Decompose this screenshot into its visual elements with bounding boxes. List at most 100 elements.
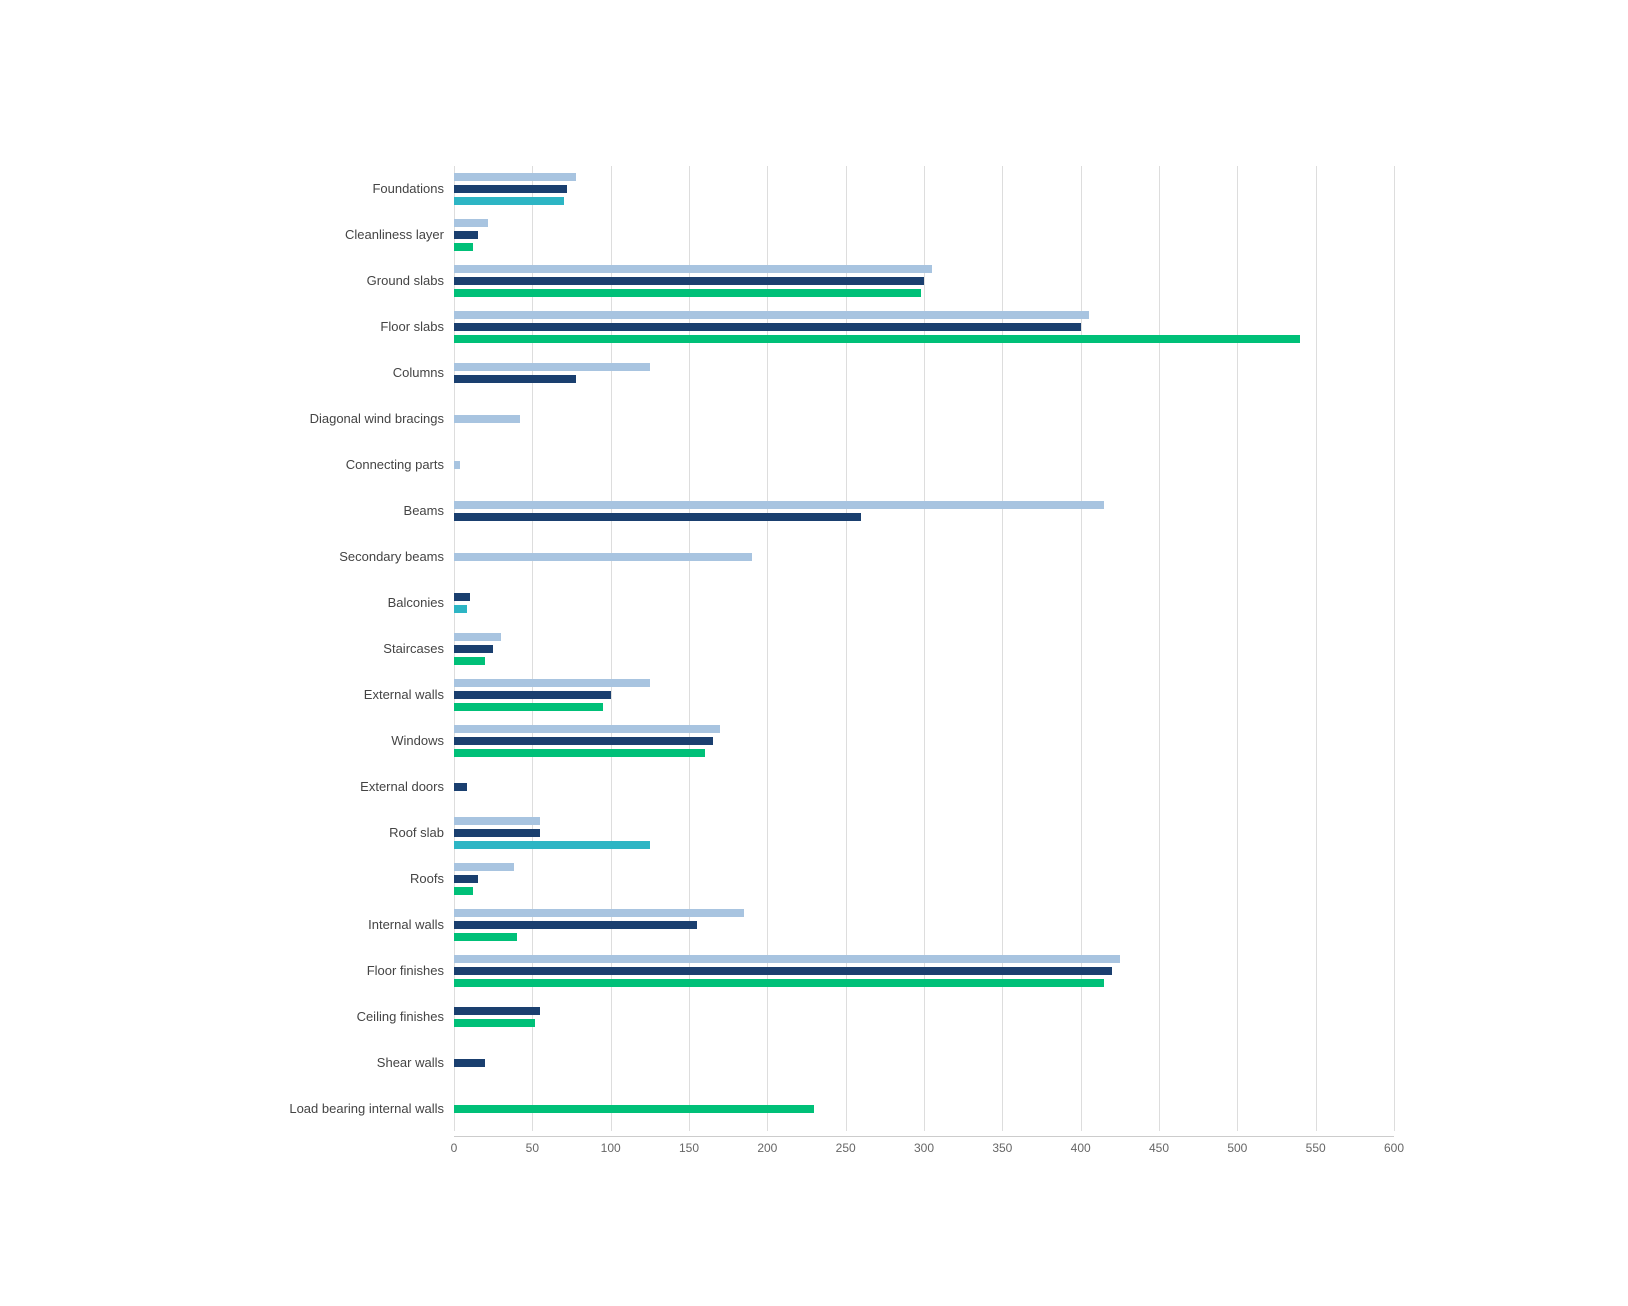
bar xyxy=(454,363,650,371)
bar-group xyxy=(454,258,1394,304)
bar-row xyxy=(454,656,1394,666)
bar xyxy=(454,645,493,653)
bar xyxy=(454,679,650,687)
bar-row xyxy=(454,690,1394,700)
y-label: Staircases xyxy=(234,626,454,672)
bar xyxy=(454,231,478,239)
y-label: Secondary beams xyxy=(234,534,454,580)
bar xyxy=(454,219,488,227)
bar-group xyxy=(454,350,1394,396)
bar xyxy=(454,725,720,733)
bar-group xyxy=(454,994,1394,1040)
bar-row xyxy=(454,966,1394,976)
bar-row xyxy=(454,862,1394,872)
bar-row xyxy=(454,1058,1394,1068)
bar xyxy=(454,1105,814,1113)
y-label: Roofs xyxy=(234,856,454,902)
bar xyxy=(454,605,467,613)
bar-row xyxy=(454,748,1394,758)
bar xyxy=(454,875,478,883)
bar xyxy=(454,979,1104,987)
bar xyxy=(454,1007,540,1015)
rows-container xyxy=(454,166,1394,1132)
bar-row xyxy=(454,288,1394,298)
bar xyxy=(454,197,564,205)
y-labels: FoundationsCleanliness layerGround slabs… xyxy=(234,166,454,1161)
bar-row xyxy=(454,230,1394,240)
bar-row xyxy=(454,828,1394,838)
bar-row xyxy=(454,1104,1394,1114)
bar-row xyxy=(454,242,1394,252)
bar-row xyxy=(454,374,1394,384)
bar-row xyxy=(454,736,1394,746)
bar-row xyxy=(454,954,1394,964)
bar-row xyxy=(454,886,1394,896)
bar xyxy=(454,887,473,895)
bar-group xyxy=(454,764,1394,810)
y-label: Columns xyxy=(234,350,454,396)
x-tick-label: 0 xyxy=(451,1141,458,1155)
bar-row xyxy=(454,362,1394,372)
x-tick-label: 200 xyxy=(757,1141,777,1155)
x-tick-label: 250 xyxy=(836,1141,856,1155)
bar-group xyxy=(454,1086,1394,1132)
bar xyxy=(454,513,861,521)
bar-row xyxy=(454,644,1394,654)
bar xyxy=(454,933,517,941)
x-axis-container: 050100150200250300350400450500550600 xyxy=(454,1136,1394,1161)
chart-container: FoundationsCleanliness layerGround slabs… xyxy=(214,106,1414,1201)
x-tick-label: 600 xyxy=(1384,1141,1404,1155)
y-label: Balconies xyxy=(234,580,454,626)
bar xyxy=(454,691,611,699)
bar-row xyxy=(454,1006,1394,1016)
bar-row xyxy=(454,414,1394,424)
bar-group xyxy=(454,166,1394,212)
bar xyxy=(454,501,1104,509)
bar xyxy=(454,909,744,917)
bar xyxy=(454,921,697,929)
bar-row xyxy=(454,460,1394,470)
bar xyxy=(454,633,501,641)
bar-group xyxy=(454,810,1394,856)
y-label: Cleanliness layer xyxy=(234,212,454,258)
y-label: Diagonal wind bracings xyxy=(234,396,454,442)
bar-row xyxy=(454,920,1394,930)
bar xyxy=(454,461,460,469)
chart-area: FoundationsCleanliness layerGround slabs… xyxy=(234,166,1394,1161)
bar-row xyxy=(454,932,1394,942)
bar xyxy=(454,817,540,825)
bar-row xyxy=(454,322,1394,332)
bar-row xyxy=(454,604,1394,614)
y-label: External doors xyxy=(234,764,454,810)
grid-line xyxy=(1394,166,1395,1131)
y-label: Windows xyxy=(234,718,454,764)
y-label: Floor finishes xyxy=(234,948,454,994)
x-tick-label: 550 xyxy=(1306,1141,1326,1155)
bar-group xyxy=(454,718,1394,764)
x-tick-label: 300 xyxy=(914,1141,934,1155)
bar xyxy=(454,311,1089,319)
bar-row xyxy=(454,724,1394,734)
x-tick-label: 450 xyxy=(1149,1141,1169,1155)
bar xyxy=(454,1059,485,1067)
bar-group xyxy=(454,488,1394,534)
bar-row xyxy=(454,978,1394,988)
bar-group xyxy=(454,672,1394,718)
bar xyxy=(454,415,520,423)
bar-group xyxy=(454,626,1394,672)
bar xyxy=(454,703,603,711)
bar xyxy=(454,737,713,745)
bar xyxy=(454,277,924,285)
bar-row xyxy=(454,334,1394,344)
bar xyxy=(454,593,470,601)
bar xyxy=(454,265,932,273)
bar xyxy=(454,829,540,837)
x-tick-label: 500 xyxy=(1227,1141,1247,1155)
bar-row xyxy=(454,310,1394,320)
bar-group xyxy=(454,948,1394,994)
bar xyxy=(454,335,1300,343)
y-label: Floor slabs xyxy=(234,304,454,350)
bar-row xyxy=(454,592,1394,602)
bar-row xyxy=(454,678,1394,688)
bar xyxy=(454,323,1081,331)
